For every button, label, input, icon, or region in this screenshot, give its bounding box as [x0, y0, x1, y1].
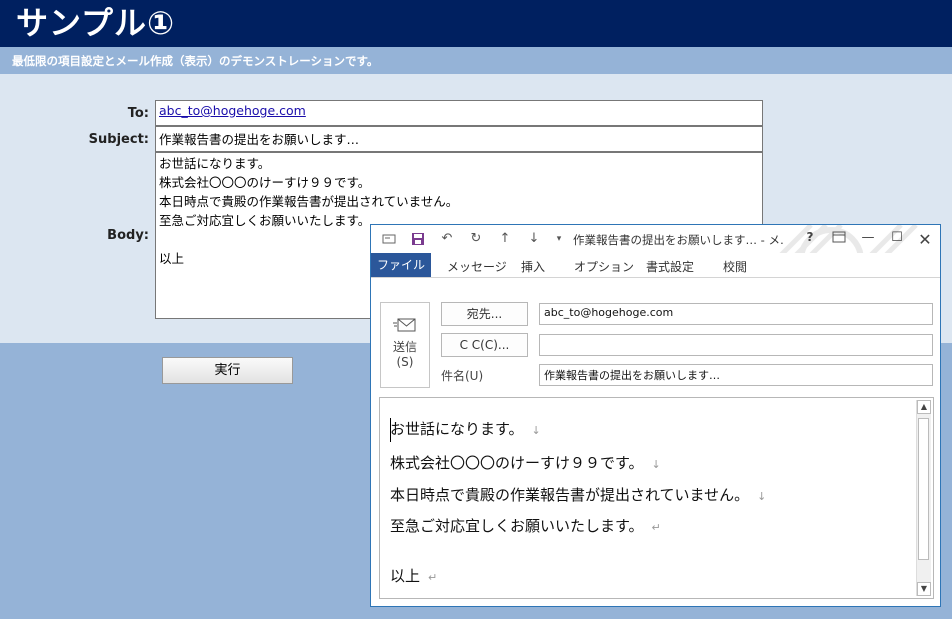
subtitle-bar: 最低限の項目設定とメール作成（表示）のデモンストレーションです。: [0, 47, 952, 74]
customize-icon[interactable]: ▾: [551, 231, 567, 247]
page-header: サンプル①: [0, 0, 952, 47]
down-arrow-icon[interactable]: ↓: [526, 231, 542, 247]
ribbon-tabs: ファイル メッセージ 挿入 オプション 書式設定 校閲: [371, 253, 940, 277]
to-field[interactable]: abc_to@hogehoge.com: [155, 100, 763, 126]
body-line-4: 至急ご対応宜しくお願いいたします。 ↵: [390, 517, 661, 535]
message-body[interactable]: お世話になります。 ↓ 株式会社〇〇〇のけーすけ９９です。 ↓ 本日時点で貴殿の作業…: [379, 397, 934, 599]
send-envelope-icon: [393, 317, 417, 333]
window-title: 作業報告書の提出をお願いします… - メ…: [573, 233, 783, 247]
redo-icon[interactable]: ↻: [468, 231, 484, 247]
close-icon[interactable]: ✕: [916, 230, 934, 249]
tab-format[interactable]: 書式設定: [646, 258, 694, 275]
minimize-icon[interactable]: —: [859, 230, 877, 245]
body-line-3: 本日時点で貴殿の作業報告書が提出されていません。 ↓: [390, 486, 767, 504]
body-line-6: 以上 ↵: [390, 567, 438, 585]
page-subtitle: 最低限の項目設定とメール作成（表示）のデモンストレーションです。: [12, 54, 379, 68]
envelope-icon: [381, 231, 397, 247]
outlook-cc-field[interactable]: [539, 334, 933, 356]
scroll-down-icon[interactable]: ▼: [917, 582, 931, 596]
tab-options[interactable]: オプション: [574, 258, 634, 275]
tab-file[interactable]: ファイル: [371, 253, 431, 277]
tab-review[interactable]: 校閲: [723, 258, 747, 275]
outlook-subject-field[interactable]: 作業報告書の提出をお願いします…: [539, 364, 933, 386]
maximize-icon[interactable]: ☐: [888, 230, 906, 245]
help-button[interactable]: ?: [801, 230, 819, 244]
tab-insert[interactable]: 挿入: [521, 258, 545, 275]
message-header-area: 送信 (S) 宛先... abc_to@hogehoge.com C C(C).…: [371, 278, 940, 393]
scroll-thumb[interactable]: [918, 418, 929, 560]
to-label: To:: [127, 106, 149, 121]
to-button[interactable]: 宛先...: [441, 302, 528, 326]
up-arrow-icon[interactable]: ↑: [497, 231, 513, 247]
page-title: サンプル①: [16, 4, 176, 42]
scroll-up-icon[interactable]: ▲: [917, 400, 931, 414]
body-label: Body:: [107, 228, 149, 243]
outlook-compose-window: ↶ ↻ ↑ ↓ ▾ 作業報告書の提出をお願いします… - メ… ? — ☐ ✕ …: [370, 224, 941, 607]
outlook-to-field[interactable]: abc_to@hogehoge.com: [539, 303, 933, 325]
cc-button[interactable]: C C(C)...: [441, 333, 528, 357]
body-line-2: 株式会社〇〇〇のけーすけ９９です。 ↓: [390, 454, 661, 472]
save-icon[interactable]: [410, 231, 426, 247]
send-label: 送信: [392, 340, 417, 354]
outlook-subject-label: 件名(U): [441, 369, 484, 383]
vertical-scrollbar[interactable]: ▲ ▼: [916, 400, 931, 596]
body-line-1: お世話になります。 ↓: [390, 420, 541, 438]
window-titlebar: ↶ ↻ ↑ ↓ ▾ 作業報告書の提出をお願いします… - メ… ? — ☐ ✕: [371, 225, 940, 285]
to-email-link[interactable]: abc_to@hogehoge.com: [159, 103, 306, 118]
send-button[interactable]: 送信 (S): [380, 302, 430, 388]
undo-icon[interactable]: ↶: [439, 231, 455, 247]
run-button[interactable]: 実行: [162, 357, 293, 384]
ribbon-display-icon[interactable]: [830, 230, 848, 248]
tab-message[interactable]: メッセージ: [447, 258, 507, 275]
send-shortcut: (S): [396, 355, 414, 369]
subject-label: Subject:: [88, 132, 149, 147]
subject-field[interactable]: 作業報告書の提出をお願いします…: [155, 126, 763, 152]
